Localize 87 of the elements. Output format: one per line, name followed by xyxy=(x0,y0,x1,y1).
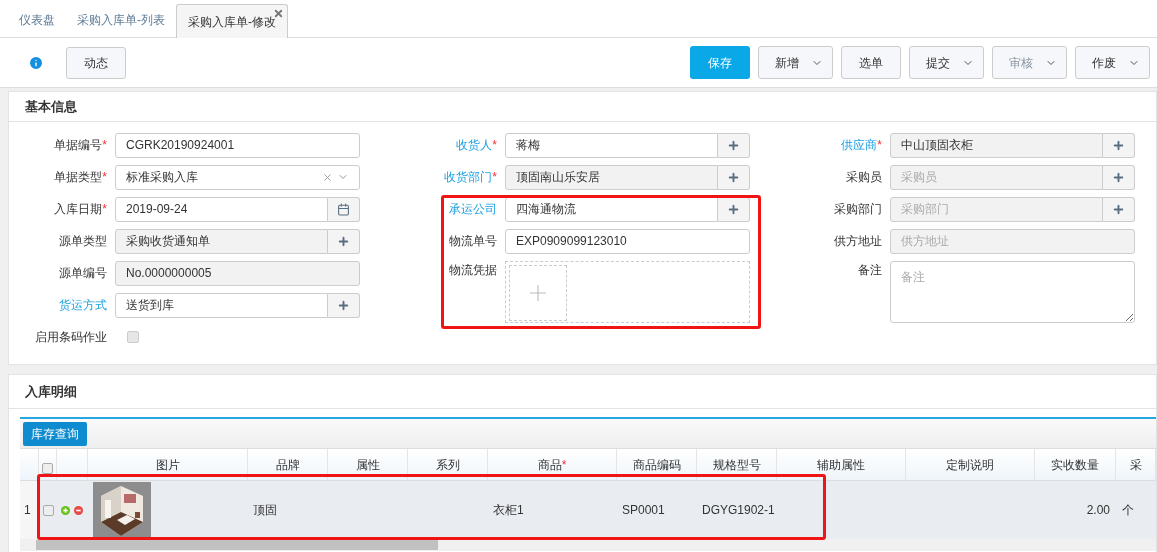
toolbar-button[interactable]: 新增 xyxy=(758,46,833,79)
plus-icon xyxy=(1112,170,1125,184)
plus-icon xyxy=(727,170,740,184)
clear-icon[interactable] xyxy=(322,171,333,183)
table-cell-text: 顶固 xyxy=(253,502,277,519)
column-header: 图片 xyxy=(155,456,180,474)
table-cell-text: DGYG1902-1 xyxy=(702,502,775,519)
input-field[interactable]: 四海通物流 xyxy=(505,196,718,222)
toolbar-button[interactable]: 提交 xyxy=(909,46,984,79)
field-label: 供方地址 xyxy=(834,233,882,250)
column-header: 系列 xyxy=(435,456,460,474)
column-header: 实收数量 xyxy=(1051,456,1099,474)
field-label: 采购部门 xyxy=(834,201,882,218)
add-button[interactable] xyxy=(328,292,360,318)
log-button[interactable]: 动态 xyxy=(66,46,126,79)
input-field[interactable]: EXP0909099123010 xyxy=(505,228,750,254)
field-label: 物流凭据 xyxy=(449,262,497,279)
input-field[interactable]: 中山顶固衣柜 xyxy=(890,132,1103,158)
field-label: 单据编号 xyxy=(54,137,103,154)
add-button[interactable] xyxy=(718,132,750,158)
required-mark: * xyxy=(492,169,497,186)
stock-query-button[interactable]: 库存查询 xyxy=(23,421,87,446)
add-row-icon[interactable] xyxy=(61,505,71,515)
input-field[interactable]: 标准采购入库 xyxy=(115,164,360,190)
column-header: 商品 xyxy=(537,456,562,474)
column-header: 商品编码 xyxy=(632,456,681,474)
column-header: 属性 xyxy=(355,456,380,474)
tab[interactable]: 仪表盘 xyxy=(8,3,66,37)
row-number: 1 xyxy=(24,502,31,519)
field-label: 备注 xyxy=(858,262,882,279)
add-button[interactable] xyxy=(1103,196,1135,222)
add-button[interactable] xyxy=(1103,132,1135,158)
required-mark: * xyxy=(877,137,882,154)
input-field[interactable]: 采购收货通知单 xyxy=(115,228,328,254)
remove-row-icon[interactable] xyxy=(74,505,84,515)
add-button[interactable] xyxy=(718,164,750,190)
add-button[interactable] xyxy=(328,228,360,254)
remarks-field[interactable]: 备注 xyxy=(890,261,1135,323)
column-header: 采 xyxy=(1129,456,1142,474)
input-field[interactable]: CGRK20190924001 xyxy=(115,132,360,158)
required-mark: * xyxy=(102,137,107,154)
input-field[interactable]: 送货到库 xyxy=(115,292,328,318)
table-cell-text: 个 xyxy=(1122,502,1134,519)
calendar-button[interactable] xyxy=(328,196,360,222)
field-label: 源单编号 xyxy=(59,265,107,282)
scrollbar-thumb[interactable] xyxy=(36,540,438,550)
toolbar-button[interactable]: 作废 xyxy=(1075,46,1150,79)
column-header: 辅助属性 xyxy=(817,456,865,474)
close-icon[interactable] xyxy=(273,8,284,19)
section-title: 入库明细 xyxy=(25,382,77,401)
field-label: 启用条码作业 xyxy=(35,329,107,346)
add-button[interactable] xyxy=(1103,164,1135,190)
calendar-icon xyxy=(337,202,350,216)
table-cell-text: SP0001 xyxy=(622,502,665,519)
tab[interactable]: 采购入库单-修改 xyxy=(176,4,288,38)
required-mark: * xyxy=(102,169,107,186)
required-mark: * xyxy=(102,201,107,218)
table-cell-text: 2.00 xyxy=(1086,502,1110,519)
tab[interactable]: 采购入库单-列表 xyxy=(66,3,176,37)
input-field[interactable]: No.0000000005 xyxy=(115,260,360,286)
required-mark: * xyxy=(492,137,497,154)
required-mark: * xyxy=(561,456,567,474)
column-header: 品牌 xyxy=(275,456,300,474)
table-cell-text: 衣柜1 xyxy=(493,502,524,519)
toolbar-button[interactable]: 选单 xyxy=(841,46,901,79)
plus-icon xyxy=(337,234,350,248)
plus-icon xyxy=(727,202,740,216)
input-field[interactable]: 2019-09-24 xyxy=(115,196,328,222)
row-checkbox[interactable] xyxy=(42,504,54,516)
column-header: 定制说明 xyxy=(946,456,994,474)
select-all-checkbox[interactable] xyxy=(41,463,53,474)
field-label: 采购员 xyxy=(846,169,882,186)
field-label: 源单类型 xyxy=(59,233,107,250)
input-field[interactable]: 蒋梅 xyxy=(505,132,718,158)
column-header: 规格型号 xyxy=(712,456,761,474)
plus-icon xyxy=(727,138,740,152)
field-label: 入库日期 xyxy=(54,201,103,218)
field-label: 单据类型 xyxy=(54,169,103,186)
field-label: 物流单号 xyxy=(449,233,497,250)
info-icon[interactable] xyxy=(28,54,44,71)
plus-icon xyxy=(1112,138,1125,152)
plus-icon xyxy=(337,298,350,312)
section-title: 基本信息 xyxy=(25,97,77,116)
add-button[interactable] xyxy=(718,196,750,222)
input-field[interactable]: 顶固南山乐安居 xyxy=(505,164,718,190)
checkbox[interactable] xyxy=(127,331,139,343)
plus-icon xyxy=(1112,202,1125,216)
